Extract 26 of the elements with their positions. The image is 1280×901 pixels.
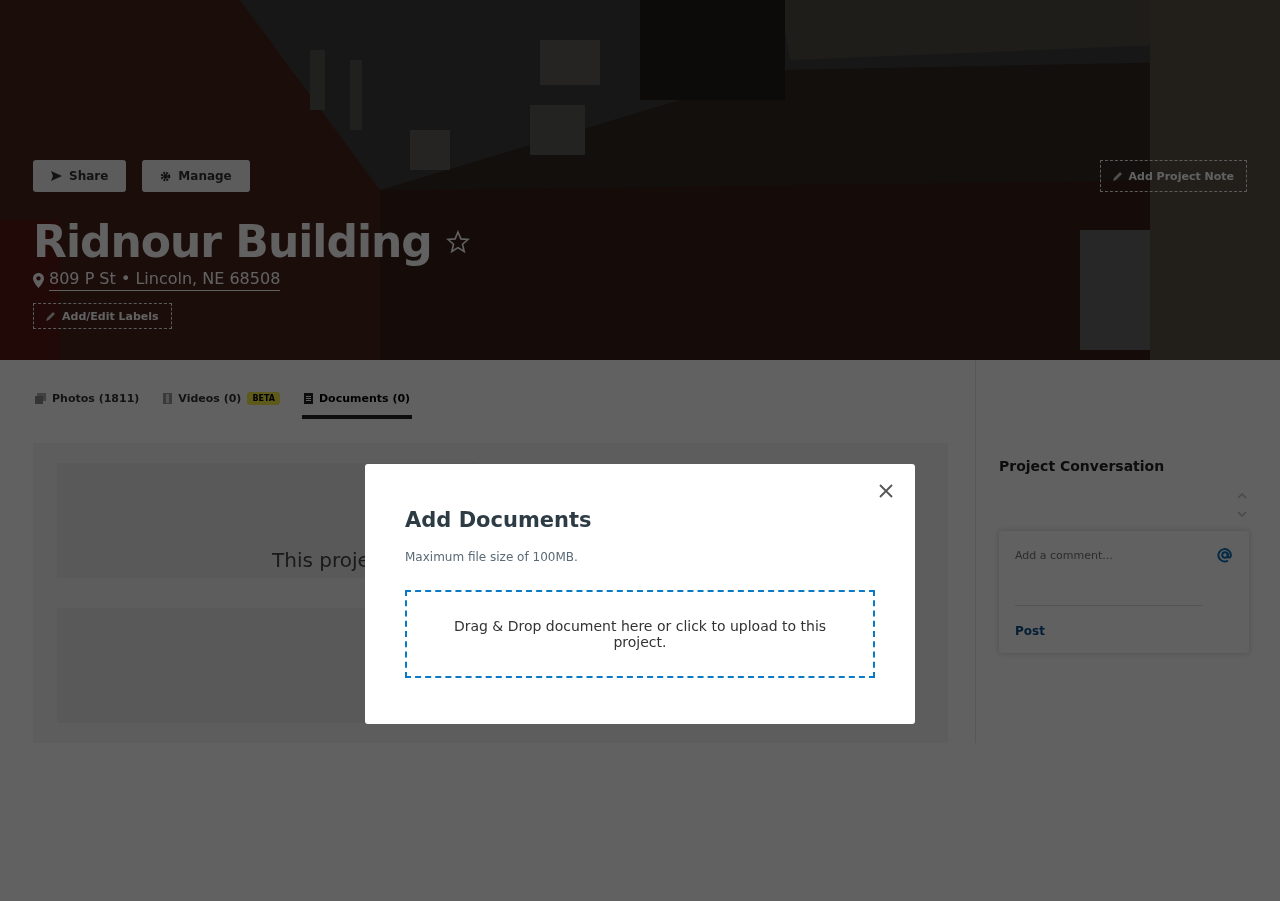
add-note-button[interactable]: Add Project Note bbox=[1099, 160, 1247, 192]
pencil-icon bbox=[1112, 171, 1123, 181]
star-icon[interactable] bbox=[445, 229, 470, 254]
document-icon bbox=[304, 393, 313, 404]
beta-badge: BETA bbox=[247, 392, 280, 405]
photos-icon bbox=[35, 393, 46, 404]
conversation-title: Project Conversation bbox=[999, 458, 1165, 474]
close-icon[interactable] bbox=[879, 484, 893, 498]
mention-icon[interactable] bbox=[1217, 547, 1233, 563]
file-size-note: Maximum file size of 100MB. bbox=[405, 550, 579, 564]
project-title: Ridnour Building bbox=[33, 216, 432, 267]
send-icon bbox=[51, 171, 62, 181]
dialog-title: Add Documents bbox=[405, 508, 593, 532]
post-button[interactable]: Post bbox=[1015, 624, 1045, 638]
header-button[interactable]: Share bbox=[33, 160, 127, 192]
tab[interactable]: Videos (0) BETA bbox=[161, 388, 282, 419]
pencil-icon bbox=[46, 311, 56, 321]
address-link[interactable]: 809 P St • Lincoln, NE 68508 bbox=[49, 269, 281, 291]
tab[interactable]: Documents (0) bbox=[302, 388, 413, 419]
tab[interactable]: Photos (1811) bbox=[33, 388, 142, 419]
location-pin-icon bbox=[33, 272, 44, 288]
header-button[interactable]: Manage bbox=[142, 160, 250, 192]
add-labels-button[interactable]: Add/Edit Labels bbox=[33, 303, 172, 329]
film-icon bbox=[163, 393, 173, 404]
settings-icon bbox=[160, 170, 172, 182]
upload-dropzone[interactable]: Drag & Drop document here or click to upload to this project. bbox=[405, 590, 875, 678]
